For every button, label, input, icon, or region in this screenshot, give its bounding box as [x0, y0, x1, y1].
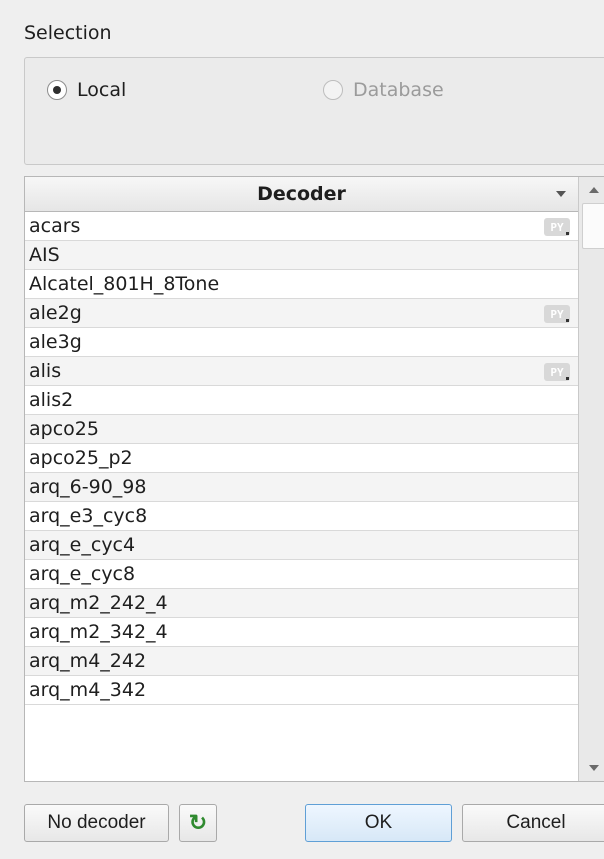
vertical-scrollbar[interactable] [578, 177, 604, 781]
table-row[interactable]: arq_e_cyc8 [25, 560, 579, 589]
table-row[interactable]: alis PY [25, 357, 579, 386]
ok-button[interactable]: OK [305, 804, 452, 842]
decoder-name: arq_m2_242_4 [29, 592, 168, 614]
decoder-name: arq_6-90_98 [29, 476, 147, 498]
decoder-name: acars [29, 215, 81, 237]
decoder-name: ale2g [29, 302, 82, 324]
no-decoder-button[interactable]: No decoder [24, 804, 169, 842]
decoder-column-header-label: Decoder [257, 183, 346, 205]
decoder-table: Decoder acars PY AIS Alcatel_801H_8Tone ale2… [24, 176, 604, 782]
decoder-name: arq_m4_342 [29, 679, 147, 701]
table-row[interactable]: arq_6-90_98 [25, 473, 579, 502]
refresh-button[interactable]: ↻ [179, 804, 217, 842]
decoder-name: arq_e_cyc4 [29, 534, 136, 556]
table-row[interactable]: acars PY [25, 212, 579, 241]
decoder-name: apco25 [29, 418, 99, 440]
table-row[interactable]: arq_m2_342_4 [25, 618, 579, 647]
table-row[interactable]: arq_m4_342 [25, 676, 579, 705]
decoder-name: arq_m4_242 [29, 650, 147, 672]
decoder-column-header[interactable]: Decoder [25, 177, 579, 212]
decoder-name: alis2 [29, 389, 74, 411]
sort-indicator-icon [556, 191, 566, 197]
table-row[interactable]: arq_m2_242_4 [25, 589, 579, 618]
scroll-up-icon[interactable] [589, 187, 599, 193]
decoder-name: arq_e3_cyc8 [29, 505, 148, 527]
local-radio[interactable]: Local [47, 79, 126, 101]
table-row[interactable]: arq_m4_242 [25, 647, 579, 676]
decoder-name: arq_e_cyc8 [29, 563, 136, 585]
decoder-name: apco25_p2 [29, 447, 133, 469]
local-radio-label: Local [77, 79, 127, 101]
python-icon: PY [544, 218, 570, 236]
decoder-list: acars PY AIS Alcatel_801H_8Tone ale2g PY ale3g… [25, 212, 579, 705]
table-row[interactable]: ale3g [25, 328, 579, 357]
decoder-name: AIS [29, 244, 60, 266]
table-row[interactable]: alis2 [25, 386, 579, 415]
decoder-selection-dialog: Selection Local Database Decoder acars PY… [0, 0, 604, 859]
table-row[interactable]: arq_e_cyc4 [25, 531, 579, 560]
python-icon: PY [544, 305, 570, 323]
database-radio[interactable]: Database [323, 79, 444, 101]
table-row[interactable]: apco25 [25, 415, 579, 444]
table-row[interactable]: apco25_p2 [25, 444, 579, 473]
database-radio-label: Database [353, 79, 444, 101]
table-row[interactable]: ale2g PY [25, 299, 579, 328]
refresh-icon: ↻ [188, 810, 208, 835]
selection-groupbox: Local Database [24, 57, 604, 165]
table-row[interactable]: arq_e3_cyc8 [25, 502, 579, 531]
table-row[interactable]: AIS [25, 241, 579, 270]
decoder-name: Alcatel_801H_8Tone [29, 273, 220, 295]
cancel-button[interactable]: Cancel [462, 804, 604, 842]
python-icon: PY [544, 363, 570, 381]
decoder-name: alis [29, 360, 62, 382]
local-radio-indicator[interactable] [47, 80, 67, 100]
database-radio-indicator[interactable] [323, 80, 343, 100]
scrollbar-thumb[interactable] [582, 203, 604, 249]
scroll-down-icon[interactable] [589, 765, 599, 771]
decoder-name: ale3g [29, 331, 82, 353]
decoder-name: arq_m2_342_4 [29, 621, 168, 643]
table-row[interactable]: Alcatel_801H_8Tone [25, 270, 579, 299]
selection-group-title: Selection [24, 22, 112, 44]
